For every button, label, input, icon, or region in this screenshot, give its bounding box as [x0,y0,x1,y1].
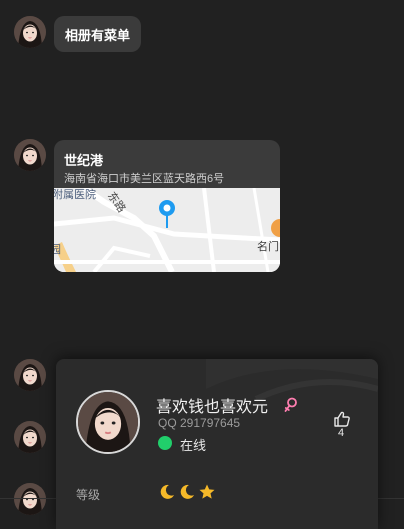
avatar[interactable] [14,483,46,515]
female-icon [284,397,297,412]
map-label-right: 名门 [257,241,279,253]
message-bubble-text[interactable]: 相册有菜单 [54,16,142,52]
avatar-photo [14,421,46,453]
location-map[interactable]: 附属医院 东路 园 名门 [54,185,280,272]
moon-icon [178,483,196,501]
message-text: 相册有菜单 [65,27,131,43]
location-address: 海南省海口市美兰区蓝天路西6号 [64,173,225,185]
profile-qq: QQ 291797645 [158,416,241,430]
profile-avatar[interactable] [76,390,140,454]
thumbs-up-icon[interactable] [333,410,351,428]
avatar[interactable] [14,359,46,391]
avatar-photo [14,139,46,171]
level-icons [158,483,216,501]
online-status: 在线 [180,438,207,453]
online-status-icon [158,436,172,450]
location-title: 世纪港 [64,153,104,168]
avatar[interactable] [14,421,46,453]
profile-card: 喜欢钱也喜欢元 QQ 291797645 在线 4 等级 [56,359,378,529]
map-label-hospital: 附属医院 [54,189,96,201]
like-count: 4 [338,427,345,439]
avatar-photo [78,392,138,452]
avatar[interactable] [14,139,46,171]
moon-icon [158,483,176,501]
star-icon [198,483,216,501]
avatar[interactable] [14,16,46,48]
location-message-card[interactable]: 世纪港 海南省海口市美兰区蓝天路西6号 附属医院 东路 园 名门 [54,140,280,272]
avatar-photo [14,483,46,515]
avatar-photo [14,359,46,391]
map-label-left: 园 [54,244,61,256]
avatar-photo [14,16,46,48]
level-label: 等级 [76,488,101,502]
profile-name: 喜欢钱也喜欢元 [156,399,269,416]
